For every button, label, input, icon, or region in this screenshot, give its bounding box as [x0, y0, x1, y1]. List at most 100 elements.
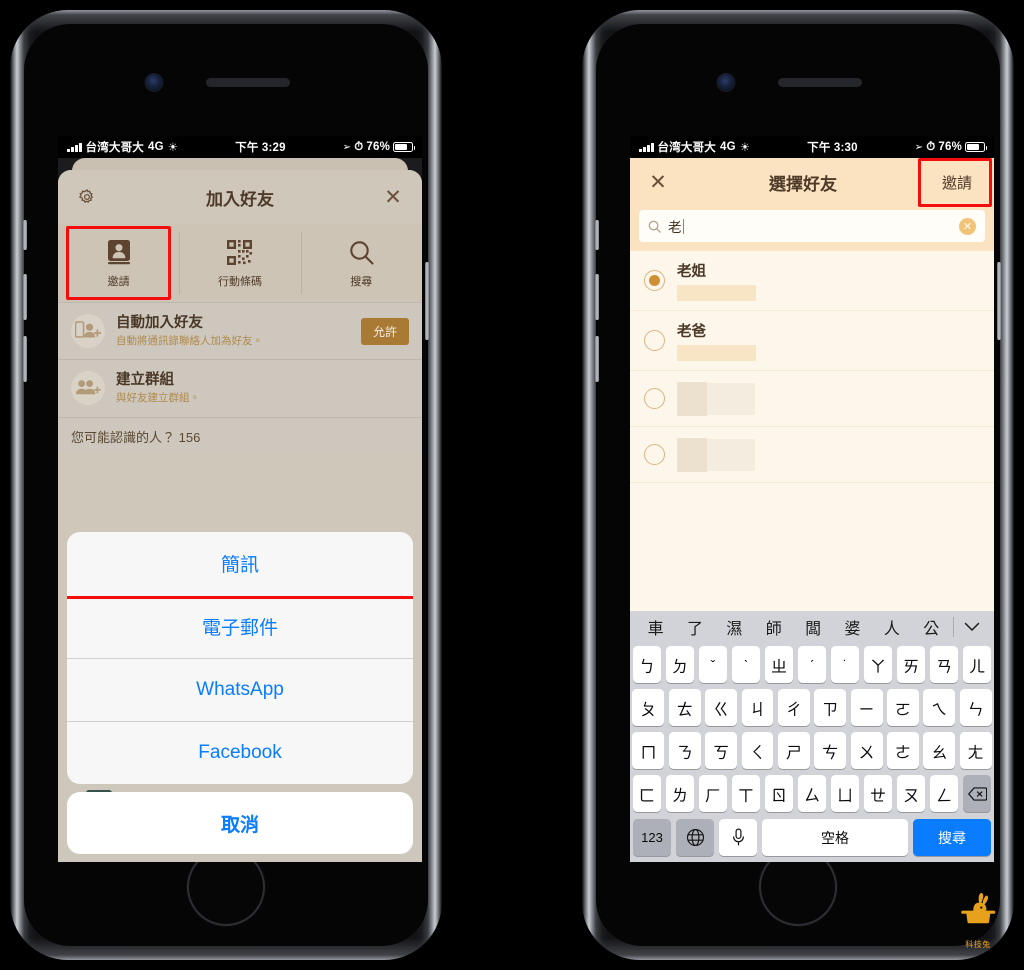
globe-icon[interactable] — [676, 819, 714, 856]
friend-redacted-4 — [677, 437, 755, 472]
key-bopomofo-en[interactable]: ㄣ — [959, 689, 992, 726]
key-tone-5[interactable]: ˙ — [830, 646, 860, 683]
mute-switch-right[interactable] — [595, 220, 599, 250]
front-camera-icon — [145, 74, 163, 91]
key-tone-3[interactable]: ˇ — [698, 646, 728, 683]
search-input[interactable]: 老 ✕ — [639, 210, 985, 242]
key-bopomofo-m[interactable]: ㄇ — [632, 732, 665, 769]
tab-invite[interactable]: 邀請 — [58, 224, 179, 302]
key-bopomofo-j[interactable]: ㄐ — [741, 689, 774, 726]
action-whatsapp[interactable]: WhatsApp — [67, 658, 413, 721]
backspace-icon[interactable] — [962, 775, 992, 812]
tab-qr-code[interactable]: 行動條碼 — [179, 224, 300, 302]
key-bopomofo-s[interactable]: ㄙ — [797, 775, 827, 812]
search-key[interactable]: 搜尋 — [913, 819, 991, 856]
chevron-down-icon[interactable] — [956, 620, 988, 635]
volume-down-button[interactable] — [23, 336, 27, 382]
row-auto-add-friends[interactable]: 自動加入好友 自動將通訊錄聯絡人加為好友。 允許 — [58, 302, 422, 360]
key-bopomofo-f[interactable]: ㄈ — [632, 775, 662, 812]
friend-redacted-4b — [707, 438, 755, 471]
key-bopomofo-sh[interactable]: ㄕ — [777, 732, 810, 769]
action-sms[interactable]: 簡訊 — [67, 532, 413, 595]
key-bopomofo-e[interactable]: ㄜ — [886, 732, 919, 769]
friend-radio-2[interactable] — [644, 330, 665, 351]
invite-button-label: 邀請 — [941, 174, 972, 192]
candidate-7[interactable]: 人 — [872, 615, 911, 639]
close-icon[interactable]: ✕ — [378, 182, 408, 212]
friend-row-4[interactable] — [630, 427, 994, 483]
page-title: 選擇好友 — [769, 174, 837, 194]
tab-search[interactable]: 搜尋 — [300, 224, 422, 302]
key-bopomofo-ao[interactable]: ㄠ — [923, 732, 956, 769]
key-bopomofo-an[interactable]: ㄢ — [929, 646, 959, 683]
tab-qr-code-label: 行動條碼 — [217, 275, 262, 288]
row-auto-add-title: 自動加入好友 — [116, 315, 203, 331]
status-left-group: 台湾大哥大 4G ☀ — [67, 139, 178, 155]
key-bopomofo-ang[interactable]: ㄤ — [959, 732, 992, 769]
candidate-4[interactable]: 師 — [754, 615, 793, 639]
key-bopomofo-l[interactable]: ㄌ — [665, 775, 695, 812]
key-bopomofo-p[interactable]: ㄆ — [632, 689, 665, 726]
key-bopomofo-ch[interactable]: ㄔ — [777, 689, 810, 726]
candidate-8[interactable]: 公 — [912, 615, 951, 639]
candidate-2[interactable]: 了 — [675, 615, 714, 639]
key-bopomofo-x[interactable]: ㄒ — [731, 775, 761, 812]
key-bopomofo-o[interactable]: ㄛ — [886, 689, 919, 726]
microphone-icon[interactable] — [719, 819, 757, 856]
action-email[interactable]: 電子郵件 — [67, 595, 413, 658]
invite-button[interactable]: 邀請 — [918, 157, 992, 207]
friend-radio-1[interactable] — [644, 270, 665, 291]
friend-row-3[interactable] — [630, 371, 994, 427]
gear-icon[interactable] — [72, 182, 102, 212]
key-bopomofo-a[interactable]: ㄚ — [863, 646, 893, 683]
search-area: 老 ✕ — [630, 206, 994, 251]
volume-up-button-right[interactable] — [595, 274, 599, 320]
key-bopomofo-c[interactable]: ㄘ — [814, 732, 847, 769]
space-key[interactable]: 空格 — [762, 819, 908, 856]
key-bopomofo-ai[interactable]: ㄞ — [896, 646, 926, 683]
key-bopomofo-z[interactable]: ㄗ — [814, 689, 847, 726]
key-bopomofo-r[interactable]: ㄖ — [764, 775, 794, 812]
key-bopomofo-u[interactable]: ㄨ — [850, 732, 883, 769]
volume-up-button[interactable] — [23, 274, 27, 320]
key-bopomofo-h[interactable]: ㄏ — [698, 775, 728, 812]
key-bopomofo-g[interactable]: ㄍ — [705, 689, 738, 726]
key-bopomofo-eng[interactable]: ㄥ — [929, 775, 959, 812]
row-create-group[interactable]: 建立群組 與好友建立群組。 — [58, 359, 422, 417]
key-bopomofo-v[interactable]: ㄩ — [830, 775, 860, 812]
phone-right: 台湾大哥大 4G ☀ 下午 3:30 ➢ ⏱ 76% ✕ 選擇好友 邀請 老 ✕… — [582, 10, 1014, 960]
power-button-right[interactable] — [997, 262, 1001, 340]
friend-radio-4[interactable] — [644, 444, 665, 465]
key-bopomofo-q[interactable]: ㄑ — [741, 732, 774, 769]
key-bopomofo-b[interactable]: ㄅ — [632, 646, 662, 683]
key-tone-2[interactable]: ˊ — [797, 646, 827, 683]
key-bopomofo-n[interactable]: ㄋ — [668, 732, 701, 769]
mute-switch[interactable] — [23, 220, 27, 250]
key-bopomofo-ie[interactable]: ㄝ — [863, 775, 893, 812]
key-bopomofo-d[interactable]: ㄉ — [665, 646, 695, 683]
power-button[interactable] — [425, 262, 429, 340]
close-icon[interactable]: ✕ — [634, 170, 682, 195]
candidate-5[interactable]: 闆 — [794, 615, 833, 639]
candidate-1[interactable]: 車 — [636, 615, 675, 639]
alarm-icon: ⏱ — [926, 140, 936, 153]
key-tone-4[interactable]: ˋ — [731, 646, 761, 683]
numeric-key[interactable]: 123 — [633, 819, 671, 856]
friend-row-1[interactable]: 老姐 — [630, 251, 994, 311]
key-bopomofo-t[interactable]: ㄊ — [668, 689, 701, 726]
key-bopomofo-zh[interactable]: ㄓ — [764, 646, 794, 683]
candidate-6[interactable]: 婆 — [833, 615, 872, 639]
key-bopomofo-k[interactable]: ㄎ — [705, 732, 738, 769]
key-bopomofo-er[interactable]: ㄦ — [962, 646, 992, 683]
action-cancel-button[interactable]: 取消 — [67, 792, 413, 854]
friend-row-2[interactable]: 老爸 — [630, 311, 994, 371]
key-bopomofo-i[interactable]: ㄧ — [850, 689, 883, 726]
clear-circle-icon[interactable]: ✕ — [959, 217, 976, 235]
volume-down-button-right[interactable] — [595, 336, 599, 382]
friend-radio-3[interactable] — [644, 388, 665, 409]
candidate-3[interactable]: 濕 — [715, 615, 754, 639]
key-bopomofo-ei[interactable]: ㄟ — [923, 689, 956, 726]
allow-button[interactable]: 允許 — [360, 317, 409, 345]
action-facebook[interactable]: Facebook — [67, 721, 413, 784]
key-bopomofo-ou[interactable]: ㄡ — [896, 775, 926, 812]
